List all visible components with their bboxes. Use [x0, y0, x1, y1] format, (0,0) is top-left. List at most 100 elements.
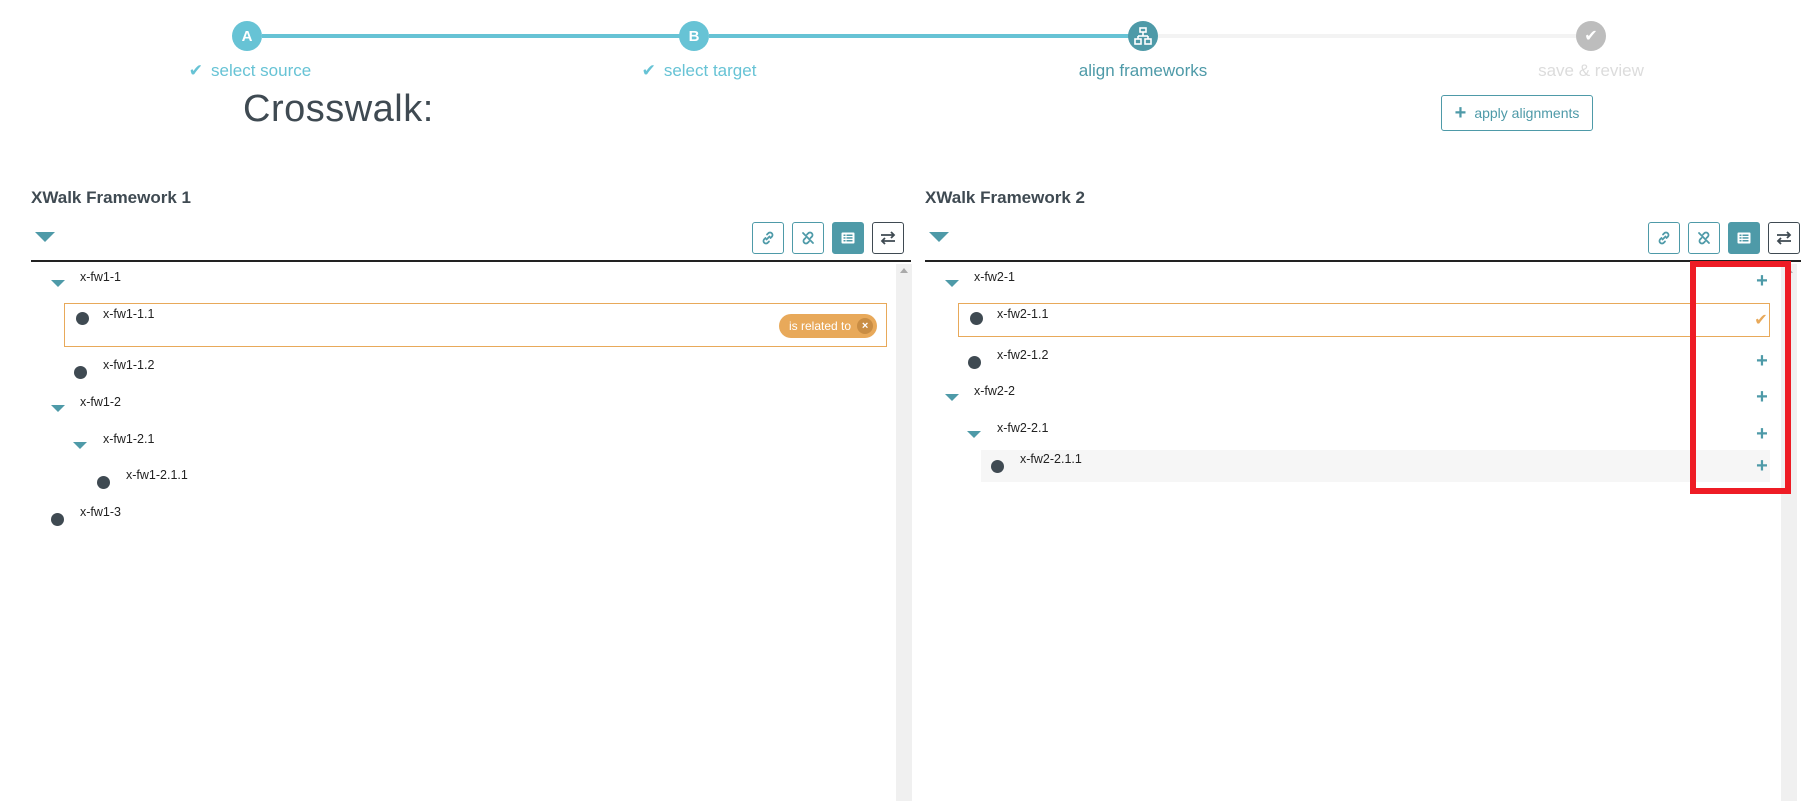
- leaf-bullet-icon: [991, 460, 1004, 473]
- swap-icon: [880, 231, 896, 245]
- tree-node-label: x-fw1-2.1: [103, 432, 155, 446]
- expand-toggle-icon[interactable]: [73, 442, 87, 449]
- tree-node-label: x-fw1-1.2: [103, 358, 155, 372]
- step-label-save-review: save & review: [1538, 61, 1644, 81]
- apply-alignments-label: apply alignments: [1474, 105, 1580, 121]
- tree-node[interactable]: x-fw1-2.1: [31, 430, 881, 460]
- sitemap-icon: [1134, 27, 1152, 45]
- apply-alignments-button[interactable]: + apply alignments: [1441, 95, 1593, 131]
- tree-node-label: x-fw1-2.1.1: [126, 468, 188, 482]
- step-save-badge: ✔: [1576, 21, 1606, 51]
- scroll-up-arrow[interactable]: [1785, 268, 1793, 273]
- tree-node[interactable]: x-fw2-2.1 +: [925, 419, 1770, 449]
- list-icon: [1737, 232, 1751, 244]
- step-a-badge[interactable]: A: [232, 21, 262, 51]
- unlink-button[interactable]: [1688, 222, 1720, 254]
- add-alignment-icon[interactable]: +: [1752, 350, 1772, 372]
- tree-node[interactable]: x-fw1-2: [31, 393, 881, 423]
- framework-2-title: XWalk Framework 2: [925, 188, 1085, 207]
- add-alignment-icon[interactable]: +: [1752, 270, 1772, 292]
- aligned-check-icon[interactable]: ✔: [1751, 310, 1771, 330]
- framework-2-divider: [925, 260, 1801, 262]
- tree-node-label: x-fw2-1: [974, 270, 1015, 284]
- tree-node-label: x-fw2-2.1: [997, 421, 1049, 435]
- check-icon: ✔: [188, 61, 204, 80]
- swap-icon: [1776, 231, 1792, 245]
- tree-node-label: x-fw1-1.1: [103, 307, 155, 321]
- page-title: Crosswalk:: [243, 88, 434, 130]
- step-label-text: align frameworks: [1078, 61, 1208, 80]
- collapse-all-toggle[interactable]: [929, 232, 949, 242]
- scroll-up-arrow[interactable]: [900, 268, 908, 273]
- framework-1-panel: XWalk Framework 1 x-fw1-1 x-fw1-1.1 is r…: [31, 180, 912, 801]
- step-b-badge[interactable]: B: [679, 21, 709, 51]
- step-connector-3: [1158, 34, 1591, 38]
- tree-node-label: x-fw1-2: [80, 395, 121, 409]
- tree-node-label: x-fw2-1.1: [997, 307, 1049, 321]
- framework-2-scrollbar[interactable]: [1781, 264, 1797, 801]
- tree-node-label: x-fw2-2.1.1: [1020, 452, 1082, 466]
- framework-2-panel: XWalk Framework 2 x-fw2-1 + x-fw2-1.1 ✔ …: [925, 180, 1805, 801]
- collapse-all-toggle[interactable]: [35, 232, 55, 242]
- check-icon: ✔: [641, 61, 656, 80]
- link-button[interactable]: [752, 222, 784, 254]
- tree-node-label: x-fw1-1: [80, 270, 121, 284]
- add-alignment-icon[interactable]: +: [1752, 386, 1772, 408]
- step-label-align-frameworks: align frameworks: [1079, 61, 1208, 81]
- expand-toggle-icon[interactable]: [51, 280, 65, 287]
- plus-icon: +: [1454, 102, 1467, 124]
- unlink-icon: [1698, 231, 1710, 245]
- expand-toggle-icon[interactable]: [945, 394, 959, 401]
- tree-node[interactable]: x-fw1-1.2: [31, 356, 881, 386]
- list-view-button[interactable]: [832, 222, 864, 254]
- selected-tree-node[interactable]: x-fw1-1.1 is related to ×: [64, 303, 887, 347]
- leaf-bullet-icon: [97, 476, 110, 489]
- link-icon: [762, 231, 774, 245]
- hovered-tree-node[interactable]: x-fw2-2.1.1 +: [981, 450, 1770, 482]
- leaf-bullet-icon: [970, 312, 983, 325]
- framework-1-toolbar: [752, 222, 904, 254]
- add-alignment-icon[interactable]: +: [1752, 455, 1772, 477]
- step-align-badge[interactable]: [1128, 21, 1158, 51]
- step-label-select-target[interactable]: ✔ select target: [642, 61, 757, 81]
- step-connector-2: [709, 34, 1143, 38]
- step-connector-1: [262, 34, 694, 38]
- step-label-text: select source: [211, 61, 312, 80]
- expand-toggle-icon[interactable]: [967, 431, 981, 438]
- expand-toggle-icon[interactable]: [945, 280, 959, 287]
- tree-node-label: x-fw2-1.2: [997, 348, 1049, 362]
- link-button[interactable]: [1648, 222, 1680, 254]
- list-icon: [841, 232, 855, 244]
- tree-node[interactable]: x-fw2-1 +: [925, 268, 1770, 298]
- tree-node[interactable]: x-fw1-3: [31, 503, 881, 533]
- step-a-letter: A: [241, 27, 253, 45]
- unlink-button[interactable]: [792, 222, 824, 254]
- relation-badge[interactable]: is related to ×: [779, 314, 878, 338]
- remove-relation-icon[interactable]: ×: [857, 318, 874, 334]
- leaf-bullet-icon: [76, 312, 89, 325]
- list-view-button[interactable]: [1728, 222, 1760, 254]
- tree-node[interactable]: x-fw2-2 +: [925, 382, 1770, 412]
- tree-node[interactable]: x-fw2-1.2 +: [925, 346, 1770, 376]
- step-label-text: save & review: [1538, 61, 1644, 80]
- relation-label: is related to: [789, 319, 852, 333]
- expand-toggle-icon[interactable]: [51, 405, 65, 412]
- tree-node-label: x-fw1-3: [80, 505, 121, 519]
- framework-1-divider: [31, 260, 911, 262]
- framework-2-toolbar: [1648, 222, 1800, 254]
- framework-1-scrollbar[interactable]: [896, 264, 912, 801]
- leaf-bullet-icon: [968, 356, 981, 369]
- step-b-letter: B: [688, 27, 700, 45]
- swap-button[interactable]: [872, 222, 904, 254]
- step-label-select-source[interactable]: ✔ select source: [189, 61, 311, 81]
- tree-node[interactable]: x-fw1-2.1.1: [31, 466, 881, 496]
- add-alignment-icon[interactable]: +: [1752, 423, 1772, 445]
- leaf-bullet-icon: [51, 513, 64, 526]
- swap-button[interactable]: [1768, 222, 1800, 254]
- step-label-text: select target: [663, 61, 757, 80]
- tree-node-label: x-fw2-2: [974, 384, 1015, 398]
- tree-node[interactable]: x-fw1-1: [31, 268, 881, 298]
- framework-1-title: XWalk Framework 1: [31, 188, 191, 207]
- leaf-bullet-icon: [74, 366, 87, 379]
- selected-tree-node[interactable]: x-fw2-1.1 ✔: [958, 303, 1770, 337]
